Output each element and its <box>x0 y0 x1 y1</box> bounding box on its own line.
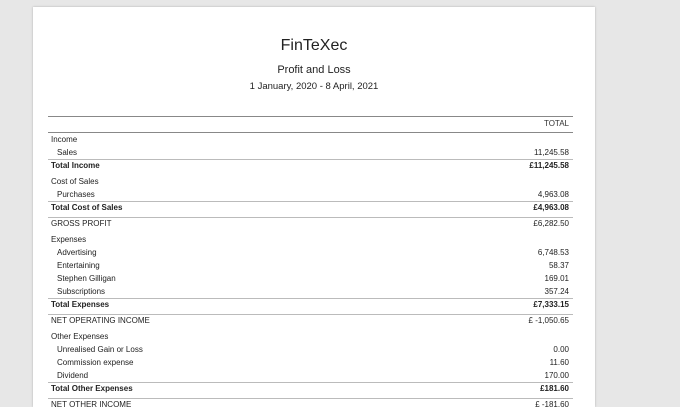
section-header-row: Other Expenses <box>48 330 573 343</box>
section-header-row: Cost of Sales <box>48 175 573 188</box>
section-header-row: Expenses <box>48 233 573 246</box>
row-amount: £ -1,050.65 <box>528 316 569 325</box>
line-item-row: Advertising 6,748.53 <box>48 246 573 259</box>
row-label: Advertising <box>57 248 97 257</box>
row-label: NET OTHER INCOME <box>51 400 132 407</box>
row-amount: 4,963.08 <box>537 190 569 199</box>
line-item-row: Subscriptions 357.24 <box>48 285 573 298</box>
row-label: Unrealised Gain or Loss <box>57 345 143 354</box>
total-row: Total Cost of Sales £4,963.08 <box>48 201 573 214</box>
row-label: Expenses <box>51 235 87 244</box>
row-label: Dividend <box>57 371 89 380</box>
line-item-row: Unrealised Gain or Loss 0.00 <box>48 343 573 356</box>
row-amount: £4,963.08 <box>533 203 569 212</box>
row-amount: £7,333.15 <box>533 300 569 309</box>
row-amount: £181.60 <box>540 384 569 393</box>
report-page: FinTeXec Profit and Loss 1 January, 2020… <box>33 7 595 407</box>
line-item-row: Entertaining 58.37 <box>48 259 573 272</box>
row-amount: 6,748.53 <box>537 248 569 257</box>
total-row: Total Income £11,245.58 <box>48 159 573 172</box>
row-amount: 357.24 <box>544 287 569 296</box>
line-item-row: Commission expense 11.60 <box>48 356 573 369</box>
line-item-row: Dividend 170.00 <box>48 369 573 382</box>
row-label: Other Expenses <box>51 332 109 341</box>
summary-row: NET OTHER INCOME £ -181.60 <box>48 398 573 407</box>
summary-row: NET OPERATING INCOME £ -1,050.65 <box>48 314 573 327</box>
row-label: Income <box>51 135 78 144</box>
line-item-row: Sales 11,245.58 <box>48 146 573 159</box>
row-label: Cost of Sales <box>51 177 99 186</box>
row-amount: 169.01 <box>544 274 569 283</box>
row-amount: 11,245.58 <box>534 148 569 157</box>
row-label: Sales <box>57 148 78 157</box>
row-label: Total Other Expenses <box>51 384 133 393</box>
report-rows: Income Sales 11,245.58 Total Income £11,245.… <box>48 133 573 407</box>
total-row: Total Other Expenses £181.60 <box>48 382 573 395</box>
row-label: NET OPERATING INCOME <box>51 316 150 325</box>
row-amount: £11,245.58 <box>529 161 569 170</box>
row-label: GROSS PROFIT <box>51 219 112 228</box>
line-item-row: Stephen Gilligan 169.01 <box>48 272 573 285</box>
row-label: Stephen Gilligan <box>57 274 116 283</box>
summary-row: GROSS PROFIT £6,282.50 <box>48 217 573 230</box>
company-name: FinTeXec <box>280 37 348 54</box>
section-header-row: Income <box>48 133 573 146</box>
row-label: Subscriptions <box>57 287 106 296</box>
row-label: Total Expenses <box>51 300 110 309</box>
total-row: Total Expenses £7,333.15 <box>48 298 573 311</box>
row-amount: £ -181.60 <box>535 400 569 407</box>
row-label: Commission expense <box>57 358 134 367</box>
row-label: Total Income <box>51 161 100 170</box>
row-amount: 11.60 <box>549 358 569 367</box>
row-label: Total Cost of Sales <box>51 203 123 212</box>
row-amount: 0.00 <box>553 345 569 354</box>
row-amount: £6,282.50 <box>533 219 569 228</box>
row-amount: 170.00 <box>544 371 569 380</box>
row-label: Purchases <box>57 190 95 199</box>
column-header-row: TOTAL <box>48 116 573 133</box>
report-table: TOTAL Income Sales 11,245.58 Total Income £1… <box>48 116 573 407</box>
column-header-total: TOTAL <box>543 119 569 128</box>
report-date-range: 1 January, 2020 - 8 April, 2021 <box>249 81 379 92</box>
line-item-row: Purchases 4,963.08 <box>48 188 573 201</box>
report-title: Profit and Loss <box>277 64 351 76</box>
row-label: Entertaining <box>57 261 100 270</box>
row-amount: 58.37 <box>548 261 569 270</box>
